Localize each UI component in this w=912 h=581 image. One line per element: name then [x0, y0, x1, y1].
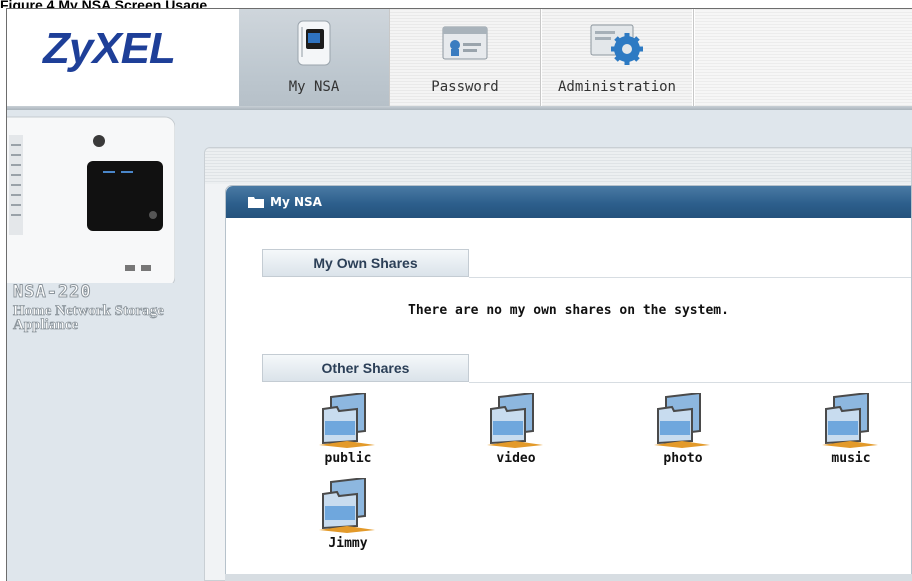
tab-administration[interactable]: Administration	[542, 9, 692, 108]
device-icon	[297, 20, 331, 66]
device-panel: NSA-220 Home Network Storage Appliance	[7, 110, 207, 581]
content-stripes	[205, 148, 911, 184]
share-music[interactable]: music	[806, 393, 896, 466]
nsa-device-image	[7, 116, 175, 283]
share-label: video	[496, 451, 536, 466]
device-description: Home Network Storage Appliance	[13, 303, 165, 333]
device-model: NSA-220	[13, 282, 92, 303]
zyxel-logo: ZyXEL	[43, 24, 176, 73]
share-label: Jimmy	[328, 536, 368, 551]
tab-divider	[693, 9, 694, 108]
tab-label: Password	[431, 79, 499, 95]
share-video[interactable]: video	[471, 393, 561, 466]
my-nsa-window: My NSA My Own Shares There are no my own…	[225, 185, 912, 575]
window-title: My NSA	[270, 195, 322, 209]
no-shares-message: There are no my own shares on the system…	[408, 303, 729, 318]
share-label: photo	[663, 451, 703, 466]
tab-password[interactable]: Password	[390, 9, 540, 108]
header: ZyXEL My NSA Password Administration	[7, 9, 912, 108]
tab-divider	[540, 9, 541, 108]
my-own-shares-heading: My Own Shares	[262, 249, 469, 277]
password-card-icon	[442, 26, 488, 60]
shared-folder-icon	[319, 478, 375, 533]
share-photo[interactable]: photo	[638, 393, 728, 466]
shared-folder-icon	[319, 393, 375, 448]
header-filler	[695, 9, 912, 108]
share-jimmy[interactable]: Jimmy	[303, 478, 393, 551]
window-title-bar: My NSA	[226, 186, 911, 218]
tab-my-nsa[interactable]: My NSA	[239, 9, 389, 108]
tab-label: Administration	[557, 79, 676, 95]
admin-gear-icon	[590, 24, 643, 65]
tab-label: My NSA	[288, 79, 340, 95]
section-divider	[469, 382, 911, 383]
app-frame: ZyXEL My NSA Password Administration NSA…	[6, 8, 912, 581]
figure-caption: Figure 4 My NSA Screen Usage	[0, 0, 208, 8]
section-divider	[469, 277, 911, 278]
shared-folder-icon	[654, 393, 710, 448]
shared-folder-icon	[487, 393, 543, 448]
share-label: music	[831, 451, 871, 466]
share-label: public	[324, 451, 372, 466]
folder-icon	[248, 197, 264, 208]
other-shares-heading: Other Shares	[262, 354, 469, 382]
window-bottom-edge	[225, 574, 912, 581]
shared-folder-icon	[822, 393, 878, 448]
share-public[interactable]: public	[303, 393, 393, 466]
